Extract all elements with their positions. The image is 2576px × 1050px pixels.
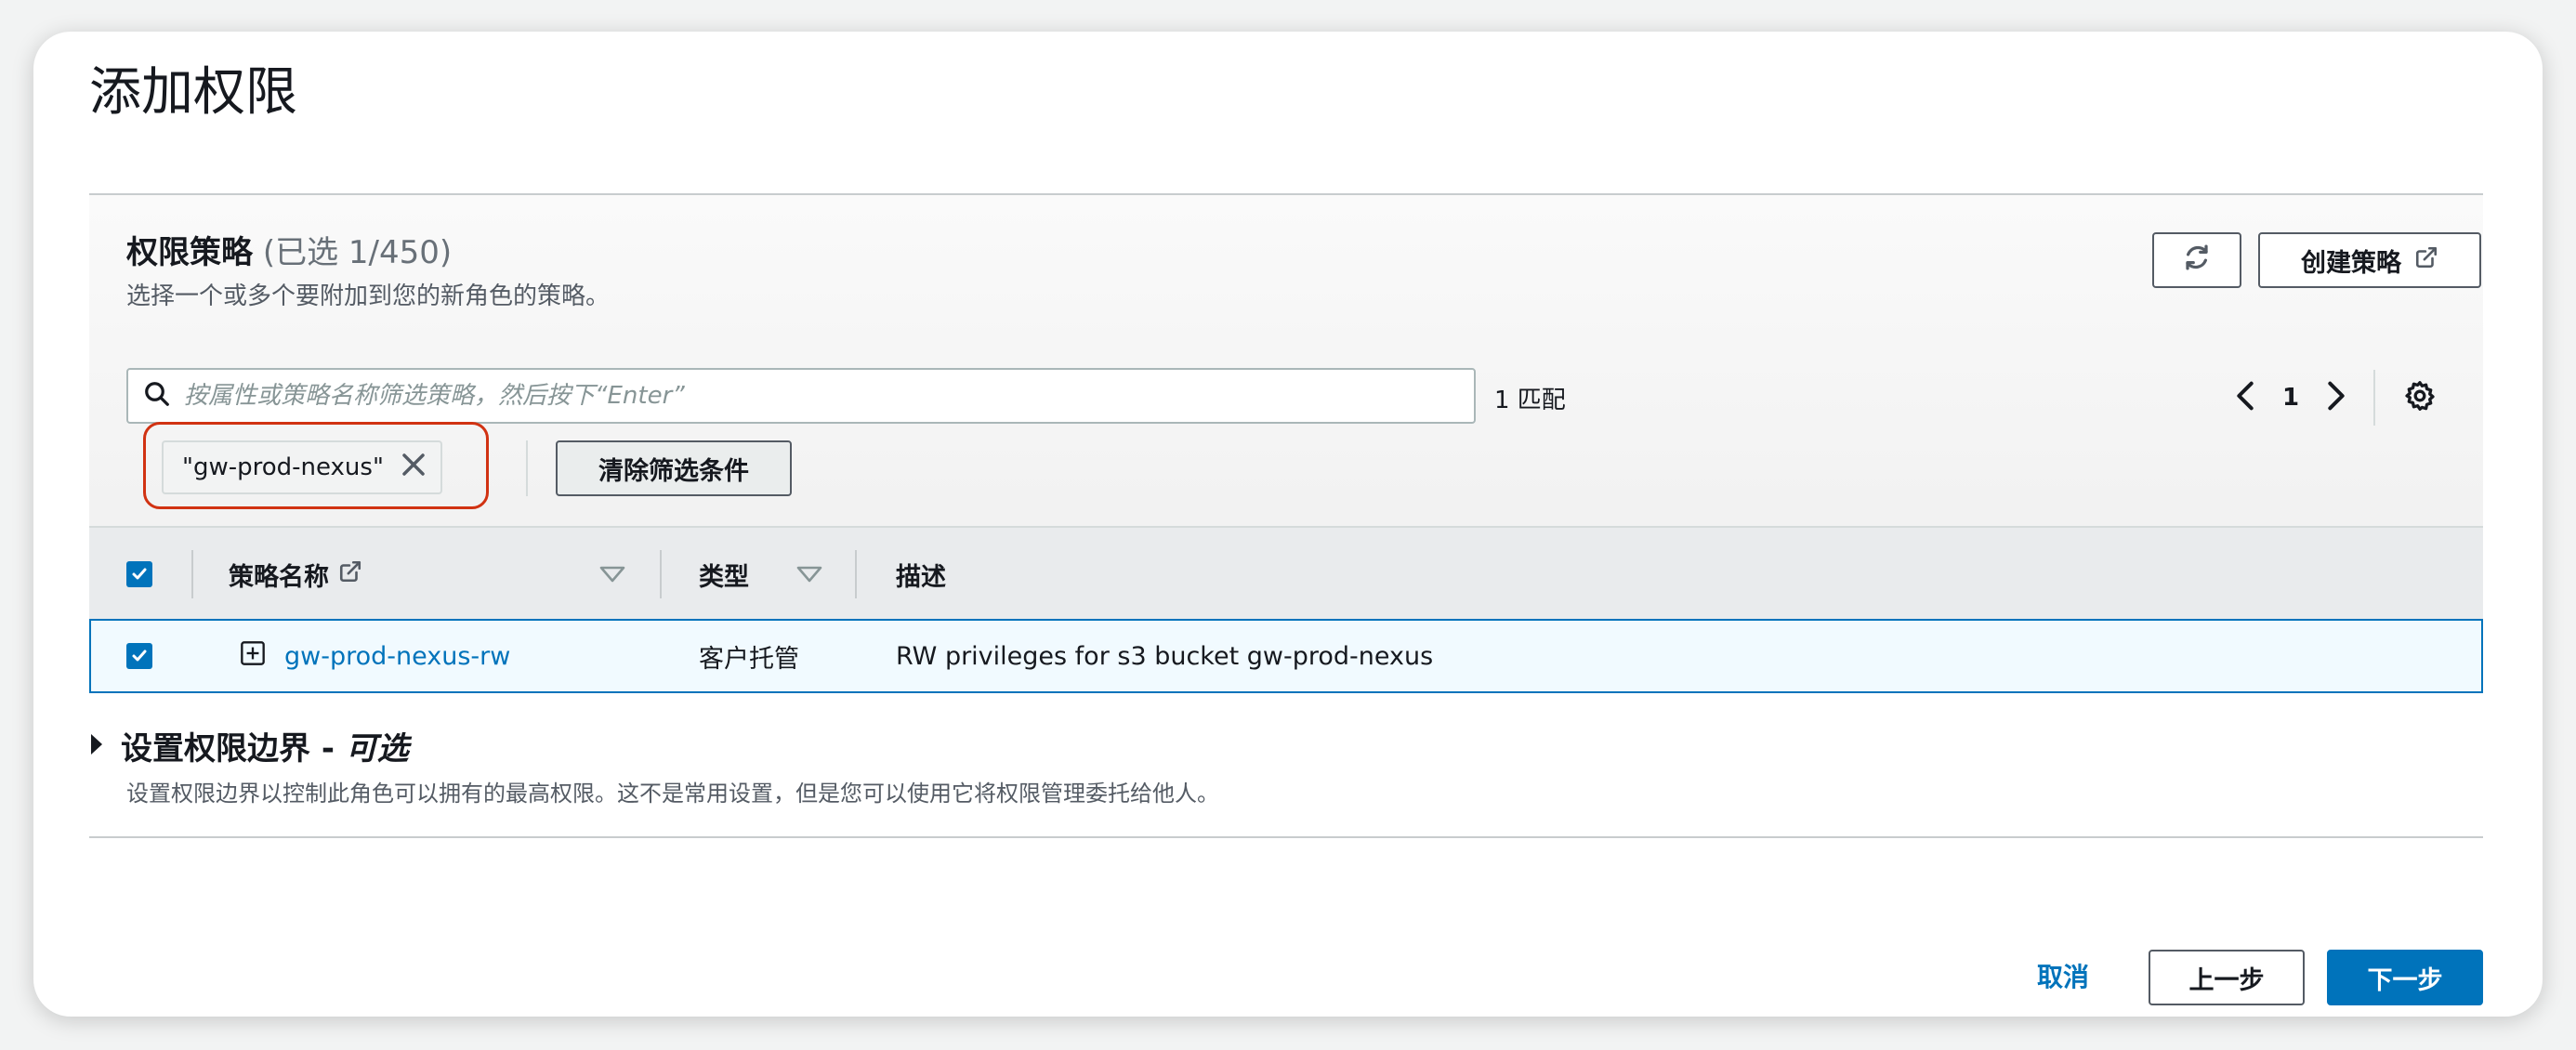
gear-icon[interactable] [2403,379,2437,416]
panel-title: 权限策略 (已选 1/450) [126,232,452,273]
column-divider [855,550,857,598]
caret-right-icon [89,728,104,765]
previous-button[interactable]: 上一步 [2149,950,2305,1005]
clear-filters-button[interactable]: 清除筛选条件 [556,440,792,496]
column-type-label: 类型 [699,562,749,592]
row-checkbox[interactable] [126,643,152,669]
page-number[interactable]: 1 [2282,384,2299,412]
create-policy-label: 创建策略 [2301,248,2401,278]
close-icon[interactable] [400,451,427,485]
chevron-left-icon[interactable] [2236,380,2254,415]
search-box [126,368,1476,424]
search-icon [143,380,171,412]
selection-count: (已选 1/450) [262,234,453,271]
add-permissions-dialog: 添加权限 权限策略 (已选 1/450) 选择一个或多个要附加到您的新角色的策略… [33,32,2543,1017]
page-title: 添加权限 [89,62,297,123]
create-policy-button[interactable]: 创建策略 [2258,232,2481,288]
column-description-label: 描述 [896,562,946,592]
column-divider [191,550,193,598]
filter-token: "gw-prod-nexus" [162,440,442,494]
refresh-icon [2183,243,2211,278]
refresh-button[interactable] [2152,232,2241,288]
panel-description: 选择一个或多个要附加到您的新角色的策略。 [126,282,611,310]
filter-token-text: "gw-prod-nexus" [182,453,384,481]
column-header-name[interactable]: 策略名称 [229,528,362,621]
external-link-icon [2414,245,2438,276]
panel-title-text: 权限策略 [126,234,253,271]
sort-name-icon[interactable] [598,528,626,621]
pagination: 1 [2236,370,2437,426]
column-name-label: 策略名称 [229,562,329,592]
column-header-description: 描述 [896,528,946,621]
table-header: 策略名称 类型 描述 [89,526,2483,619]
pager-divider [2373,370,2376,426]
policy-description-cell: RW privileges for s3 bucket gw-prod-nexu… [896,641,1434,671]
select-all-checkbox[interactable] [126,561,152,587]
match-count: 1 匹配 [1494,387,1566,414]
column-divider [660,550,662,598]
column-header-type[interactable]: 类型 [699,528,749,621]
policy-name-link[interactable]: gw-prod-nexus-rw [284,642,510,671]
select-all-cell [126,528,152,621]
cancel-button[interactable]: 取消 [2037,950,2089,1005]
policy-type-cell: 客户托管 [699,644,799,674]
sort-type-icon[interactable] [795,528,823,621]
policy-name-cell: gw-prod-nexus-rw [240,621,510,691]
token-divider [526,440,528,496]
row-select-cell [126,621,152,691]
next-button[interactable]: 下一步 [2327,950,2483,1005]
table-row[interactable]: gw-prod-nexus-rw 客户托管 RW privileges for … [89,619,2483,693]
permissions-boundary-toggle[interactable]: 设置权限边界 - 可选 [89,723,409,768]
expand-icon[interactable] [240,640,266,673]
divider [89,836,2483,838]
search-input[interactable] [171,370,1474,422]
permissions-boundary-title: 设置权限边界 - 可选 [121,730,409,768]
chevron-right-icon[interactable] [2327,380,2346,415]
permissions-boundary-description: 设置权限边界以控制此角色可以拥有的最高权限。这不是常用设置，但是您可以使用它将权… [126,781,1219,807]
external-link-icon [338,559,362,590]
